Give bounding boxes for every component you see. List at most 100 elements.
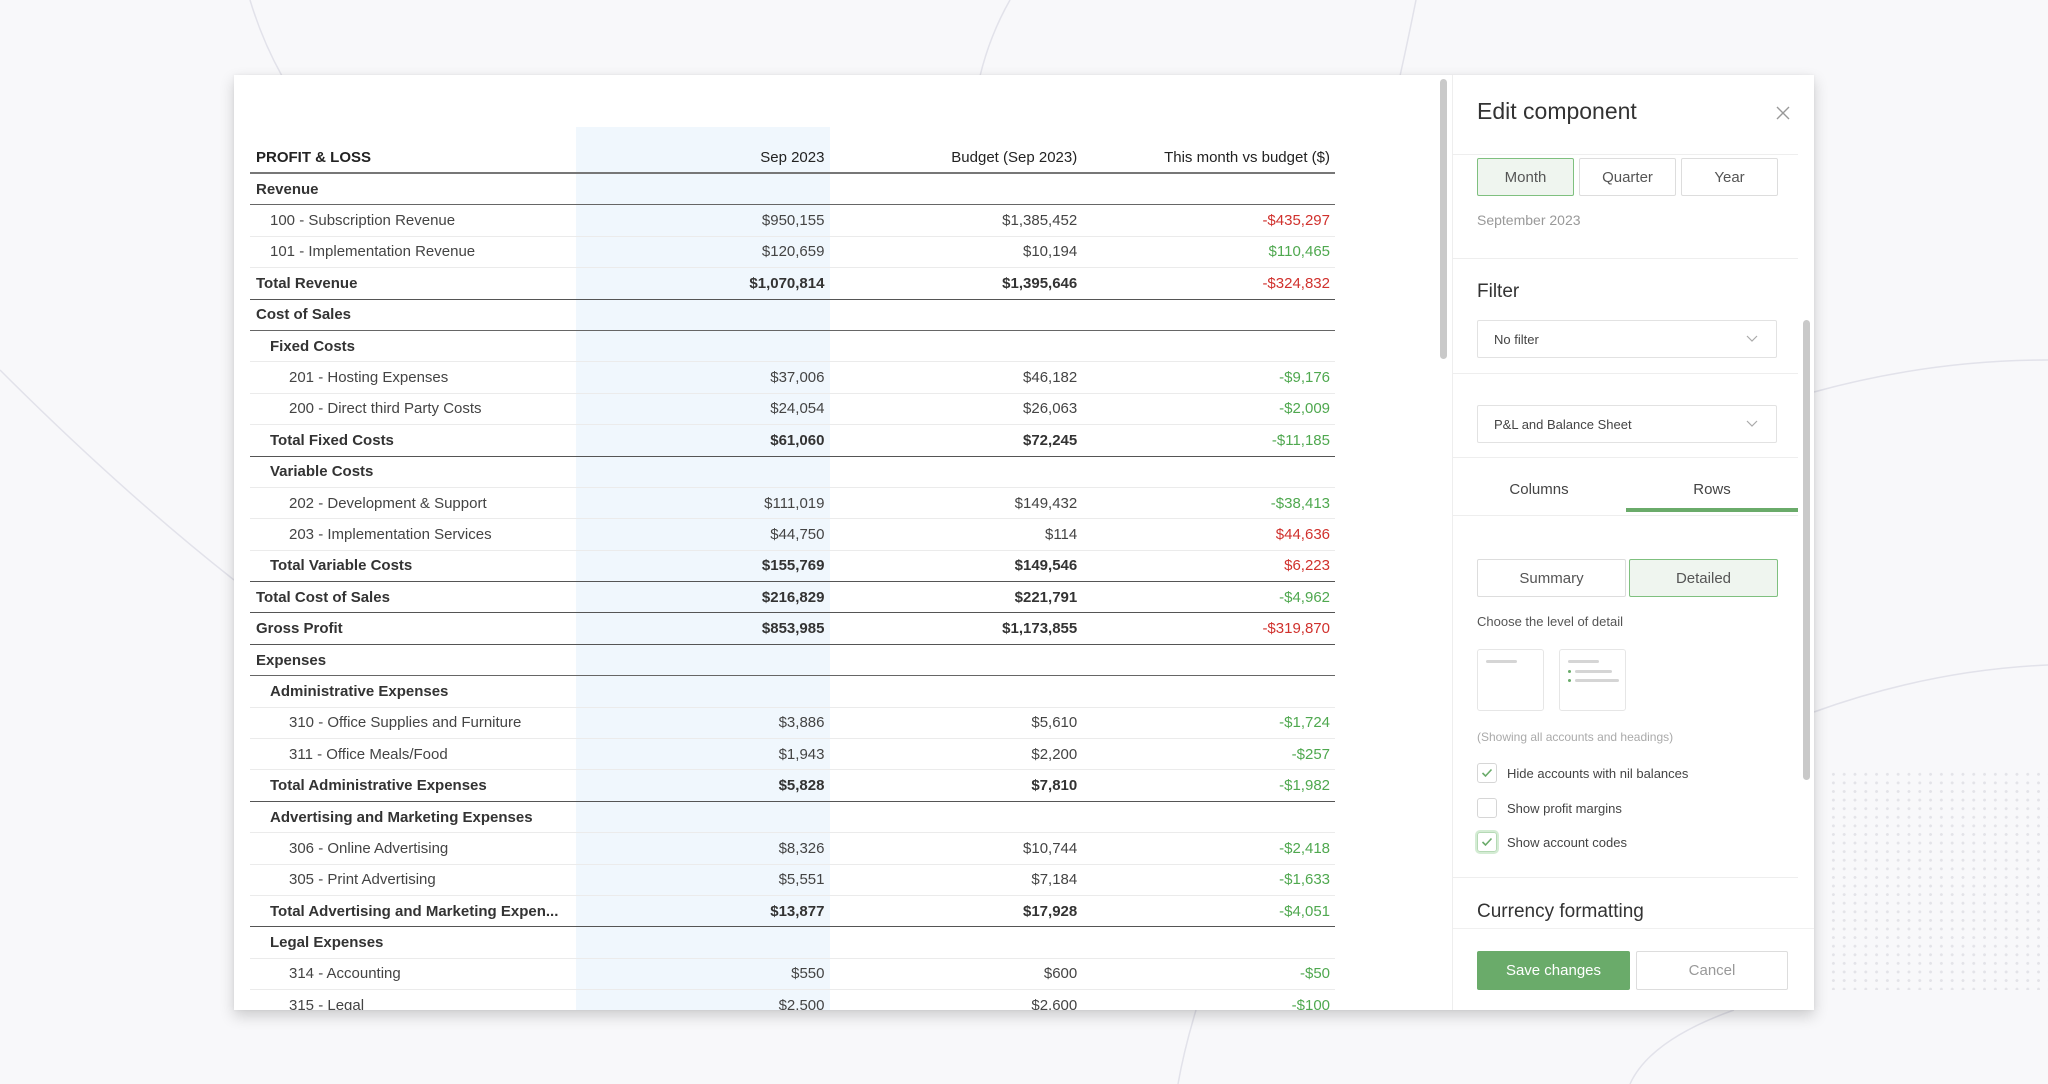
table-row[interactable]: 311 - Office Meals/Food $1,943 $2,200 -$257 [250,739,1335,771]
panel-title: Edit component [1477,98,1637,124]
preview-heading-bar [1486,660,1517,663]
detail-summary-label: Summary [1519,569,1584,587]
divider [1453,154,1798,155]
cell-sep-2023: $2,500 [778,996,825,1010]
cell-variance: -$1,724 [1279,714,1331,732]
cell-variance: -$4,051 [1279,902,1330,920]
heading-row[interactable]: Cost of Sales [250,300,1335,331]
tab-rows[interactable]: Rows [1626,470,1798,512]
heading-row[interactable]: Legal Expenses [250,927,1335,959]
table-row[interactable]: 203 - Implementation Services $44,750 $114… [250,519,1335,551]
checkmark-icon [1481,768,1493,778]
column-header-label[interactable]: PROFIT & LOSS [250,149,576,166]
heading-row[interactable]: Fixed Costs [250,331,1335,363]
row-label: Cost of Sales [256,306,352,324]
currency-formatting-title: Currency formatting [1477,901,1644,922]
profit-loss-table: PROFIT & LOSS Sep 2023 Budget (Sep 2023)… [250,143,1335,1010]
total-row[interactable]: Total Administrative Expenses $5,828 $7,81… [250,770,1335,802]
cancel-button[interactable]: Cancel [1636,951,1788,990]
cell-variance: -$50 [1299,965,1331,983]
total-row[interactable]: Total Advertising and Marketing Expen...… [250,896,1335,928]
detail-detailed-button[interactable]: Detailed [1629,559,1778,597]
checkbox-box[interactable] [1477,832,1497,852]
cell-budget: $72,245 [1023,431,1078,449]
cell-budget: $17,928 [1023,902,1078,920]
heading-row[interactable]: Administrative Expenses [250,676,1335,708]
save-changes-button[interactable]: Save changes [1477,951,1630,990]
column-header-sep[interactable]: Sep 2023 [576,149,830,166]
hide-nil-balances-checkbox[interactable]: Hide accounts with nil balances [1477,762,1688,784]
heading-row[interactable]: Revenue [250,174,1335,206]
total-row[interactable]: Total Fixed Costs $61,060 $72,245 -$11,185 [250,425,1335,457]
cell-variance: -$100 [1291,996,1331,1010]
total-row[interactable]: Gross Profit $853,985 $1,173,855 -$319,870 [250,613,1335,645]
heading-row[interactable]: Variable Costs [250,457,1335,488]
detail-level-detailed-card[interactable] [1559,649,1626,711]
column-header-budget[interactable]: Budget (Sep 2023) [829,149,1082,166]
cell-variance: -$11,185 [1271,431,1330,449]
table-row[interactable]: 305 - Print Advertising $5,551 $7,184 -$1,6… [250,865,1335,896]
cell-sep-2023: $24,054 [770,400,825,418]
tab-columns[interactable]: Columns [1453,470,1625,512]
preview-bullet [1568,670,1571,673]
table-row[interactable]: 314 - Accounting $550 $600 -$50 [250,959,1335,991]
table-row[interactable]: 100 - Subscription Revenue $950,155 $1,385… [250,205,1335,237]
cell-budget: $1,385,452 [1002,212,1078,230]
heading-row[interactable]: Expenses [250,645,1335,677]
total-row[interactable]: Total Variable Costs $155,769 $149,546 $6,2… [250,551,1335,583]
total-row[interactable]: Total Cost of Sales $216,829 $221,791 -$4,9… [250,582,1335,614]
cell-budget: $221,791 [1014,588,1078,606]
row-label: 314 - Accounting [289,965,401,983]
preview-bullet [1568,679,1571,682]
checkbox-label: Hide accounts with nil balances [1507,765,1689,781]
show-account-codes-checkbox[interactable]: Show account codes [1477,831,1627,853]
cell-variance: -$9,176 [1279,369,1331,387]
report-type-select[interactable]: P&L and Balance Sheet [1477,405,1777,443]
cell-sep-2023: $5,551 [778,871,825,889]
checkbox-box[interactable] [1477,798,1497,818]
divider [1453,457,1798,458]
column-header-variance[interactable]: This month vs budget ($) [1082,149,1335,166]
table-row[interactable]: 200 - Direct third Party Costs $24,054 $26… [250,394,1335,426]
period-value[interactable]: September 2023 [1477,212,1581,228]
close-icon[interactable] [1775,105,1791,121]
show-profit-margins-checkbox[interactable]: Show profit margins [1477,797,1622,819]
row-label: Revenue [256,180,319,198]
checkbox-box[interactable] [1477,763,1497,783]
tab-rows-label: Rows [1693,481,1731,498]
table-row[interactable]: 306 - Online Advertising $8,326 $10,744 -$2… [250,833,1335,865]
table-row[interactable]: 310 - Office Supplies and Furniture $3,88… [250,708,1335,740]
report-scrollbar[interactable] [1440,79,1447,359]
checkbox-label: Show account codes [1507,834,1627,850]
detail-level-summary-card[interactable] [1477,649,1544,711]
total-row[interactable]: Total Revenue $1,070,814 $1,395,646 -$324,8… [250,268,1335,300]
detail-detailed-label: Detailed [1675,569,1732,587]
cell-sep-2023: $8,326 [778,839,825,857]
cell-budget: $7,810 [1031,777,1078,795]
chevron-down-icon [1746,420,1758,427]
period-month-button[interactable]: Month [1477,158,1574,196]
divider [1453,373,1798,374]
cell-sep-2023: $13,877 [770,902,825,920]
table-row[interactable]: 315 - Legal $2,500 $2,600 -$100 [250,990,1335,1010]
detail-summary-button[interactable]: Summary [1477,559,1626,597]
report-window: PROFIT & LOSS Sep 2023 Budget (Sep 2023)… [234,75,1814,1010]
period-quarter-button[interactable]: Quarter [1579,158,1676,196]
filter-select[interactable]: No filter [1477,320,1777,358]
cell-sep-2023: $1,070,814 [749,274,825,292]
table-row[interactable]: 201 - Hosting Expenses $37,006 $46,182 -$9,… [250,362,1335,394]
cell-budget: $2,200 [1031,745,1078,763]
heading-row[interactable]: Advertising and Marketing Expenses [250,802,1335,834]
report-type-select-value: P&L and Balance Sheet [1494,416,1632,432]
panel-scrollbar[interactable] [1803,320,1810,780]
period-year-label: Year [1714,168,1745,186]
cell-variance: -$319,870 [1262,620,1330,638]
table-body: Revenue 100 - Subscription Revenue $950,15… [250,174,1335,1010]
period-year-button[interactable]: Year [1681,158,1778,196]
table-row[interactable]: 202 - Development & Support $111,019 $149,… [250,488,1335,520]
detail-hint: Choose the level of detail [1477,614,1623,629]
cell-sep-2023: $216,829 [761,588,825,606]
cell-sep-2023: $950,155 [761,212,825,230]
table-row[interactable]: 101 - Implementation Revenue $120,659 $10,… [250,237,1335,269]
row-label: Total Administrative Expenses [270,777,487,795]
